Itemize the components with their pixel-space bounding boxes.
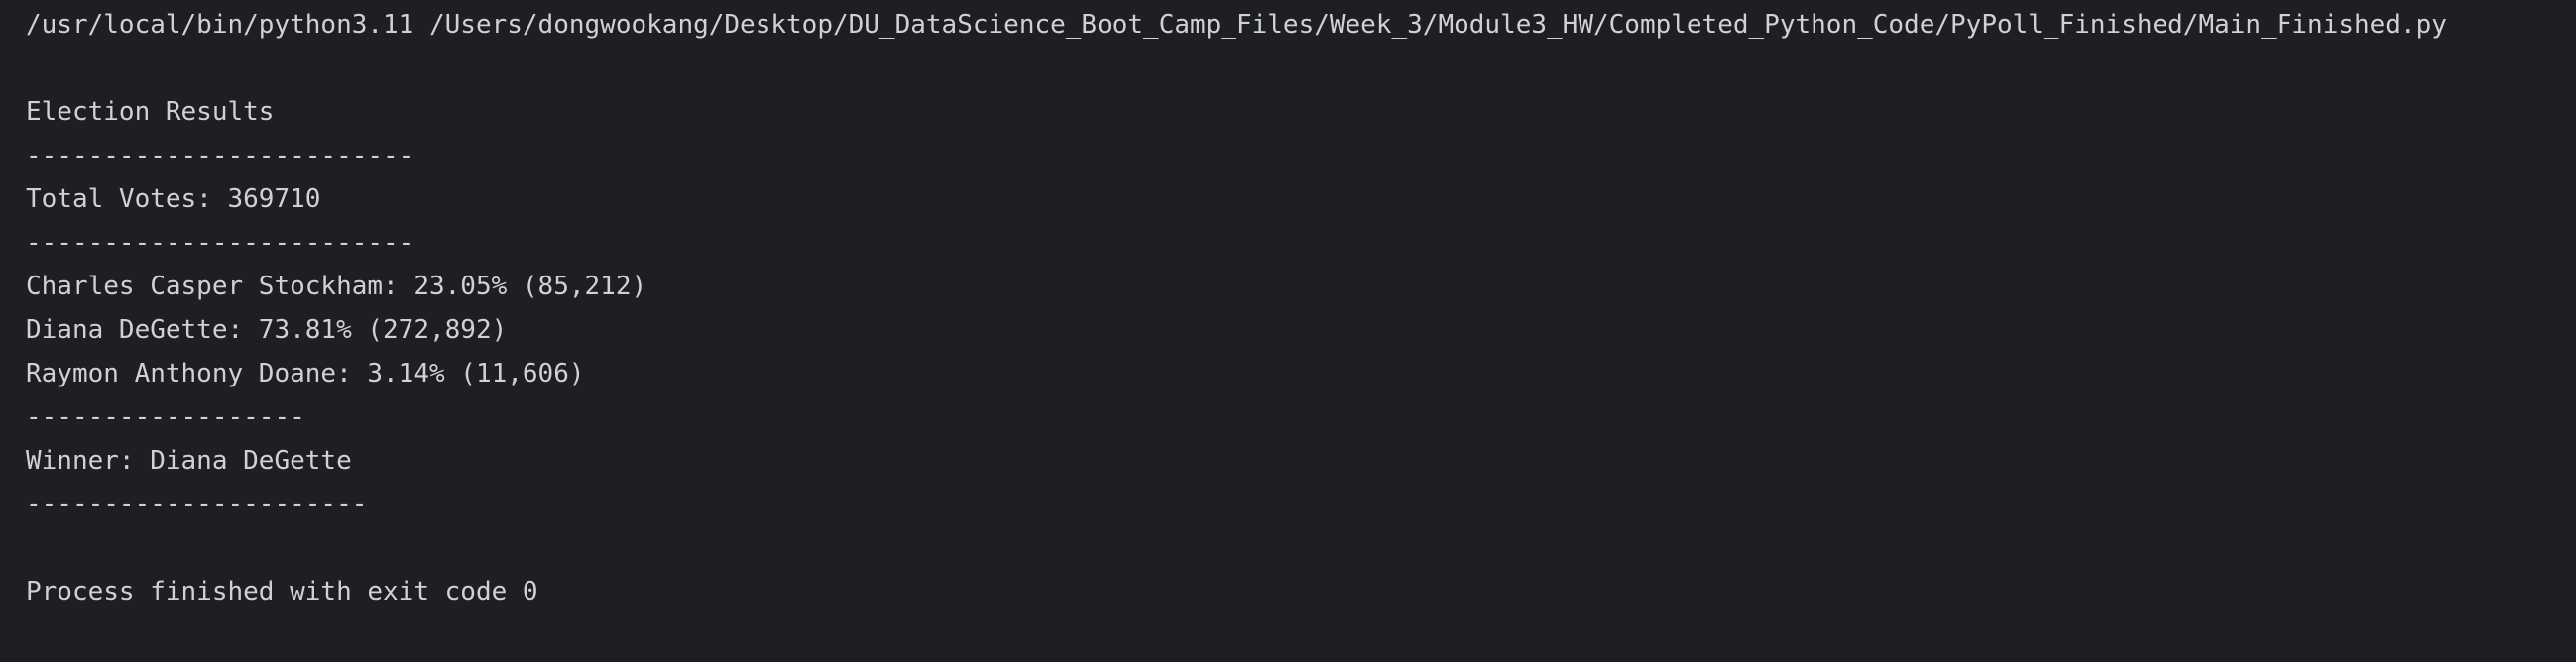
total-votes-line: Total Votes: 369710 [26,184,321,214]
separator-line: ------------------------- [26,228,414,258]
separator-line: ------------------------- [26,141,414,170]
results-title: Election Results [26,97,275,127]
separator-line: ------------------ [26,402,305,432]
console-output: /usr/local/bin/python3.11 /Users/dongwoo… [0,0,2576,662]
candidate-result-line: Diana DeGette: 73.81% (272,892) [26,315,508,345]
command-line: /usr/local/bin/python3.11 /Users/dongwoo… [26,10,2447,40]
candidate-result-line: Charles Casper Stockham: 23.05% (85,212) [26,272,647,301]
winner-line: Winner: Diana DeGette [26,446,352,476]
separator-line: ---------------------- [26,490,368,519]
candidate-result-line: Raymon Anthony Doane: 3.14% (11,606) [26,359,585,388]
exit-message: Process finished with exit code 0 [26,577,538,607]
